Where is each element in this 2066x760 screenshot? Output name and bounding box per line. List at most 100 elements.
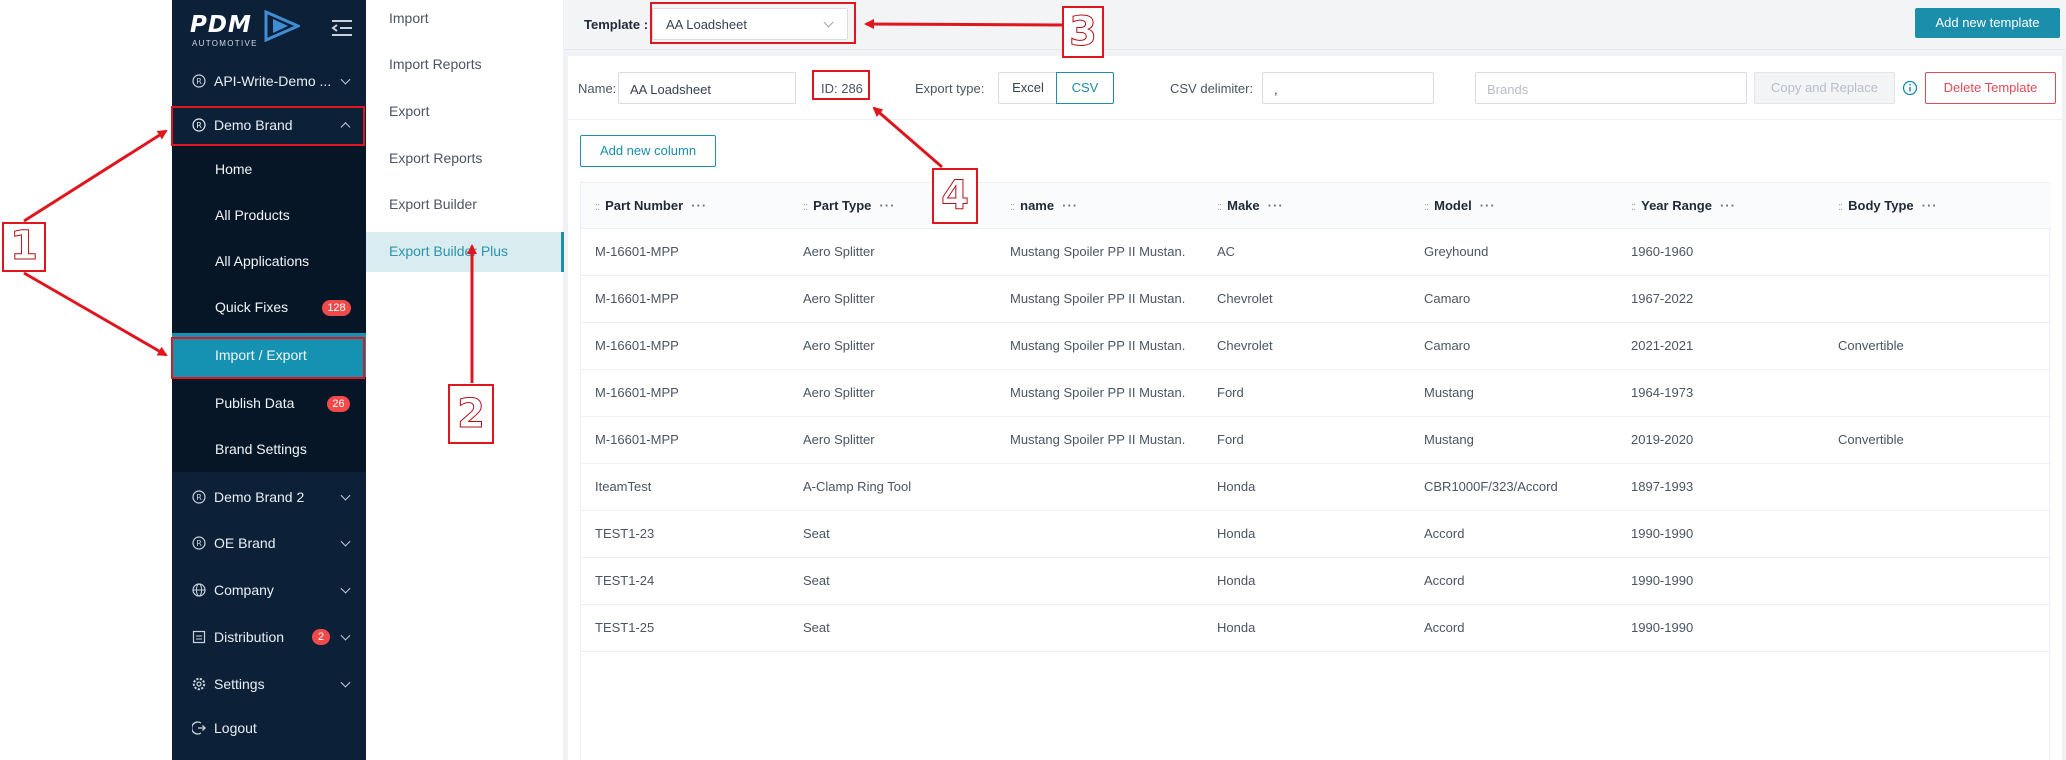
csv-delimiter-label: CSV delimiter: (1170, 81, 1254, 96)
callout-number: 3 (1069, 9, 1098, 56)
template-toolbar: Template : AA Loadsheet Add new template (564, 0, 2066, 50)
table-cell: Seat (803, 526, 830, 541)
pdm-logo[interactable]: PDM AUTOMOTIVE (190, 8, 300, 48)
table-row[interactable]: IteamTest A-Clamp Ring Tool Honda CBR1000F/… (581, 464, 2051, 511)
sidebar-item-demo-brand-2[interactable]: R Demo Brand 2 (172, 474, 366, 520)
sidebar-item-label: Demo Brand 2 (214, 489, 305, 505)
subnav-label: Export Builder (389, 196, 477, 212)
export-type-label: Export type: (915, 81, 985, 96)
column-header[interactable]: :: Body Type ··· (1824, 183, 2044, 229)
table-cell: Honda (1217, 573, 1256, 588)
table-cell: M-16601-MPP (595, 338, 679, 353)
template-select[interactable]: AA Loadsheet (652, 8, 848, 40)
column-header-text: :: Body Type ··· (1838, 198, 1938, 213)
more-options-icon[interactable]: ··· (1480, 198, 1496, 213)
info-icon[interactable] (1902, 80, 1918, 96)
distribution-count-badge: 2 (312, 629, 330, 645)
sidebar-subitem-all-applications[interactable]: All Applications (172, 238, 366, 284)
more-options-icon[interactable]: ··· (1062, 198, 1078, 213)
subitem-label: All Products (215, 207, 290, 223)
chevron-down-icon (340, 74, 351, 85)
table-row[interactable]: M-16601-MPP Aero Splitter Mustang Spoiler … (581, 417, 2051, 464)
more-options-icon[interactable]: ··· (1268, 198, 1284, 213)
column-header[interactable]: :: Part Number ··· (581, 183, 781, 229)
more-options-icon[interactable]: ··· (691, 198, 707, 213)
subnav-item-import[interactable]: Import (366, 0, 564, 40)
template-name-value: AA Loadsheet (630, 82, 711, 97)
table-row[interactable]: TEST1-25 Seat Honda Accord 1990-1990 (581, 605, 2051, 652)
subnav-label: Export Builder Plus (389, 243, 509, 259)
brands-select[interactable]: Brands (1475, 72, 1747, 104)
sidebar-item-oe-brand[interactable]: R OE Brand (172, 520, 366, 566)
subnav-item-export-builder-plus[interactable]: Export Builder Plus (366, 232, 564, 272)
sidebar-item-label: Settings (214, 676, 265, 692)
template-settings-row: Name: AA Loadsheet ID: 286 Export type: … (568, 56, 2062, 120)
table-cell: Mustang Spoiler PP II Mustan... (1010, 291, 1186, 306)
column-header-label: Part Number (605, 198, 684, 213)
table-cell: 2021-2021 (1631, 338, 1694, 353)
sidebar-subitem-home[interactable]: Home (172, 146, 366, 192)
template-editor-panel: Name: AA Loadsheet ID: 286 Export type: … (568, 56, 2062, 760)
name-label: Name: (578, 81, 617, 96)
registered-icon: R (192, 74, 206, 88)
delete-template-button[interactable]: Delete Template (1925, 72, 2056, 104)
annotation-callout-2: 2 (448, 384, 494, 444)
sidebar-subitem-all-products[interactable]: All Products (172, 192, 366, 238)
table-row[interactable]: M-16601-MPP Aero Splitter Mustang Spoiler … (581, 276, 2051, 323)
subnav-item-export[interactable]: Export (366, 92, 564, 132)
sidebar-item-api-write-demo[interactable]: R API-Write-Demo ... (172, 59, 366, 103)
drag-handle-icon[interactable]: :: (595, 201, 600, 213)
subnav-item-export-builder[interactable]: Export Builder (366, 185, 564, 225)
subnav-item-export-reports[interactable]: Export Reports (366, 139, 564, 179)
svg-text:R: R (196, 77, 202, 86)
drag-handle-icon[interactable]: :: (1217, 201, 1222, 213)
add-new-template-button[interactable]: Add new template (1915, 8, 2060, 38)
add-new-column-button[interactable]: Add new column (580, 135, 716, 167)
drag-handle-icon[interactable]: :: (1631, 201, 1636, 213)
annotation-callout-4: 4 (932, 168, 978, 224)
csv-delimiter-input[interactable]: , (1262, 72, 1434, 104)
column-header-label: Model (1434, 198, 1472, 213)
table-row[interactable]: TEST1-23 Seat Honda Accord 1990-1990 (581, 511, 2051, 558)
sidebar-item-logout[interactable]: Logout (172, 706, 366, 750)
sidebar-item-settings[interactable]: Settings (172, 661, 366, 707)
column-header[interactable]: :: Year Range ··· (1617, 183, 1817, 229)
column-header-text: :: Model ··· (1424, 198, 1496, 213)
screenshot-stage: PDM AUTOMOTIVE R API-Write-Demo ... R De… (0, 0, 2066, 760)
table-cell: Mustang (1424, 385, 1474, 400)
column-header[interactable]: :: Make ··· (1203, 183, 1403, 229)
more-options-icon[interactable]: ··· (1922, 198, 1938, 213)
collapse-menu-icon[interactable] (330, 18, 354, 38)
table-row[interactable]: TEST1-24 Seat Honda Accord 1990-1990 (581, 558, 2051, 605)
subnav-item-import-reports[interactable]: Import Reports (366, 45, 564, 85)
sidebar-subitem-quick-fixes[interactable]: Quick Fixes 128 (172, 284, 366, 330)
drag-handle-icon[interactable]: :: (1838, 201, 1843, 213)
sidebar-item-company[interactable]: Company (172, 567, 366, 613)
table-cell: Accord (1424, 526, 1465, 541)
drag-handle-icon[interactable]: :: (1424, 201, 1429, 213)
export-type-csv-option[interactable]: CSV (1056, 72, 1114, 104)
export-type-excel-option[interactable]: Excel (998, 72, 1058, 104)
table-cell: Aero Splitter (803, 291, 875, 306)
table-cell: Mustang Spoiler PP II Mustan... (1010, 432, 1186, 447)
more-options-icon[interactable]: ··· (1720, 198, 1736, 213)
column-header[interactable]: :: name ··· (996, 183, 1196, 229)
sidebar-subitem-import-export[interactable]: Import / Export (172, 333, 366, 377)
drag-handle-icon[interactable]: :: (803, 201, 808, 213)
table-row[interactable]: M-16601-MPP Aero Splitter Mustang Spoiler … (581, 370, 2051, 417)
column-header-text: :: name ··· (1010, 198, 1078, 213)
table-row[interactable]: M-16601-MPP Aero Splitter Mustang Spoiler … (581, 323, 2051, 370)
more-options-icon[interactable]: ··· (879, 198, 895, 213)
logo-subtext: AUTOMOTIVE (192, 39, 258, 48)
table-cell: Seat (803, 573, 830, 588)
table-cell: 1990-1990 (1631, 526, 1694, 541)
drag-handle-icon[interactable]: :: (1010, 201, 1015, 213)
column-header[interactable]: :: Model ··· (1410, 183, 1610, 229)
sidebar-subitem-publish-data[interactable]: Publish Data 26 (172, 380, 366, 426)
template-name-input[interactable]: AA Loadsheet (618, 72, 796, 104)
copy-and-replace-button[interactable]: Copy and Replace (1754, 72, 1895, 104)
sidebar-item-demo-brand[interactable]: R Demo Brand (172, 104, 366, 146)
table-row[interactable]: M-16601-MPP Aero Splitter Mustang Spoiler … (581, 229, 2051, 276)
sidebar-subitem-brand-settings[interactable]: Brand Settings (172, 426, 366, 472)
sidebar-item-distribution[interactable]: Distribution 2 (172, 614, 366, 660)
